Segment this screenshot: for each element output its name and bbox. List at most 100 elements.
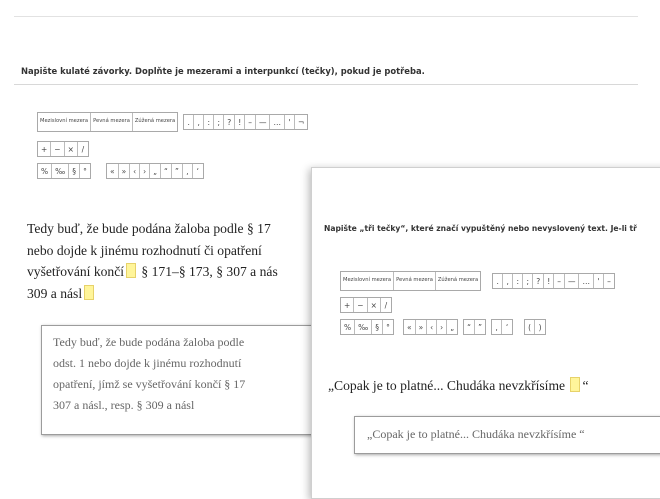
key-not-sign[interactable]: ¬ [295,115,307,129]
gap-input[interactable] [570,377,581,392]
answer-fragment: 309 a násl [27,285,83,301]
answer-text: Tedy buď, že bude podána žaloba podle § … [27,218,317,304]
key-period[interactable]: . [493,274,504,288]
key-minus[interactable]: − [51,142,65,156]
special-keyboard-row-1: Mezislovní mezera Pevná mezera Zúžená me… [37,112,309,132]
result-line: „Copak je to platné... Chudáka nevzkřísí… [367,427,585,441]
word-space-key[interactable]: Mezislovní mezera [38,113,92,131]
key-high-double-quote-right[interactable]: ” [172,164,183,178]
nonbreaking-space-key[interactable]: Pevná mezera [91,113,133,131]
key-high-double-quote-right[interactable]: ” [475,320,485,334]
key-guillemet-right[interactable]: » [416,320,428,334]
divider [14,16,638,17]
key-ellipsis[interactable]: … [579,274,594,288]
key-low-single-quote[interactable]: ‚ [492,320,503,334]
double-quote-key-group: “ ” [463,319,487,335]
space-key-group: Mezislovní mezera Pevná mezera Zúžená me… [340,271,482,291]
key-low-double-quote[interactable]: „ [150,164,162,178]
key-dash[interactable]: – [604,274,614,288]
punctuation-key-group: . , : ; ? ! – — … ' – [492,273,615,289]
key-section[interactable]: § [69,164,80,178]
key-comma[interactable]: , [194,115,205,129]
special-keyboard-row-2: + − × / [37,141,89,157]
instruction-text: Napište „tři tečky“, které značí vypuště… [324,224,637,233]
key-left-paren[interactable]: ( [525,320,536,334]
key-low-double-quote[interactable]: „ [447,320,457,334]
instruction-text: Napište kulaté závorky. Doplňte je mezer… [21,66,425,76]
answer-text: „Copak je to platné... Chudáka nevzkřísí… [328,375,589,397]
key-section[interactable]: § [372,320,383,334]
exercise-panel-front: Napište „tři tečky“, které značí vypuště… [311,167,660,499]
key-degree[interactable]: ° [383,320,393,334]
key-question[interactable]: ? [533,274,545,288]
gap-input[interactable] [126,263,137,278]
key-guillemet-left[interactable]: « [107,164,119,178]
answer-line: vyšetřování končí § 171–§ 173, § 307 a n… [27,261,317,283]
result-line: 307 a násl., resp. § 309 a násl [53,398,195,412]
result-line: odst. 1 nebo dojde k jinému rozhodnutí [53,356,242,370]
key-times[interactable]: × [368,298,381,312]
key-minus[interactable]: − [354,298,368,312]
key-en-dash[interactable]: – [245,115,256,129]
answer-line: Tedy buď, že bude podána žaloba podle § … [27,221,271,236]
key-apostrophe[interactable]: ' [285,115,295,129]
guillemet-key-group: « » ‹ › „ [402,319,459,335]
word-space-key[interactable]: Mezislovní mezera [341,272,395,290]
result-line: opatření, jímž se vyšetřování končí § 17 [53,377,246,391]
special-keyboard-row-3: % ‰ § ° « » ‹ › „ “ ” ‚ ‘ [37,163,204,179]
key-single-guillemet-right[interactable]: › [140,164,151,178]
key-plus[interactable]: + [341,298,355,312]
special-keyboard-row-1: Mezislovní mezera Pevná mezera Zúžená me… [340,271,615,291]
key-high-single-quote[interactable]: ‘ [502,320,512,334]
key-single-guillemet-left[interactable]: ‹ [427,320,438,334]
nonbreaking-space-key[interactable]: Pevná mezera [394,272,436,290]
math-key-group: + − × / [340,297,392,313]
key-em-dash[interactable]: — [565,274,580,288]
key-plus[interactable]: + [38,142,52,156]
result-preview: Tedy buď, že bude podána žaloba podle od… [41,325,326,435]
key-exclamation[interactable]: ! [235,115,246,129]
symbol-key-group: % ‰ § ° [37,163,91,179]
key-right-paren[interactable]: ) [535,320,545,334]
key-slash[interactable]: / [381,298,391,312]
key-semicolon[interactable]: ; [214,115,225,129]
key-guillemet-right[interactable]: » [119,164,131,178]
key-ellipsis[interactable]: … [270,115,285,129]
answer-line: 309 a násl [27,283,317,305]
key-single-guillemet-right[interactable]: › [437,320,448,334]
key-single-guillemet-left[interactable]: ‹ [130,164,141,178]
key-comma[interactable]: , [503,274,514,288]
narrow-space-key[interactable]: Zúžená mezera [133,113,177,131]
key-question[interactable]: ? [224,115,236,129]
key-exclamation[interactable]: ! [544,274,555,288]
key-slash[interactable]: / [78,142,88,156]
key-permille[interactable]: ‰ [52,164,70,178]
divider [14,84,638,85]
key-percent[interactable]: % [341,320,356,334]
key-percent[interactable]: % [38,164,53,178]
key-period[interactable]: . [184,115,195,129]
key-degree[interactable]: ° [80,164,90,178]
answer-fragment: “ [582,378,589,393]
key-en-dash[interactable]: – [554,274,565,288]
quote-key-group: « » ‹ › „ “ ” ‚ ‘ [105,163,204,179]
math-key-group: + − × / [37,141,89,157]
narrow-space-key[interactable]: Zúžená mezera [436,272,480,290]
key-times[interactable]: × [65,142,78,156]
space-key-group: Mezislovní mezera Pevná mezera Zúžená me… [37,112,179,132]
key-high-double-quote-left[interactable]: “ [464,320,476,334]
key-em-dash[interactable]: — [256,115,271,129]
key-apostrophe[interactable]: ' [594,274,604,288]
key-high-single-quote[interactable]: ‘ [193,164,203,178]
key-colon[interactable]: : [204,115,215,129]
key-high-double-quote-left[interactable]: “ [161,164,172,178]
key-low-single-quote[interactable]: ‚ [183,164,193,178]
answer-fragment: „Copak je to platné... Chudáka nevzkřísí… [328,378,566,393]
single-quote-key-group: ‚ ‘ [491,319,514,335]
key-colon[interactable]: : [513,274,524,288]
key-semicolon[interactable]: ; [523,274,534,288]
symbol-key-group: % ‰ § ° [340,319,394,335]
key-permille[interactable]: ‰ [355,320,373,334]
gap-input[interactable] [84,284,95,300]
key-guillemet-left[interactable]: « [404,320,416,334]
